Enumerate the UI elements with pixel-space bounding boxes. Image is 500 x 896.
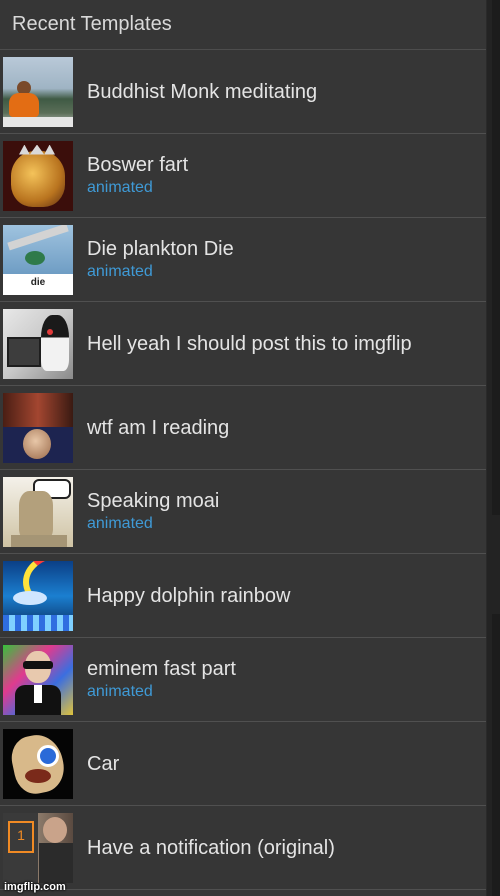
template-item-speaking-moai[interactable]: Speaking moai animated xyxy=(0,470,486,554)
animated-label: animated xyxy=(87,683,153,700)
template-title: Die plankton Die xyxy=(87,238,234,260)
template-title: Buddhist Monk meditating xyxy=(87,80,318,103)
animated-label: animated xyxy=(87,179,153,196)
template-thumbnail xyxy=(3,308,73,379)
panel-title: Recent Templates xyxy=(12,13,172,35)
template-item-hell-yeah[interactable]: Hell yeah I should post this to imgflip xyxy=(0,302,486,386)
template-title: Have a notification (original) xyxy=(87,836,335,859)
imgflip-watermark: imgflip.com xyxy=(4,881,66,893)
template-title: Car xyxy=(87,752,120,775)
template-item-happy-dolphin-rainbow[interactable]: Happy dolphin rainbow xyxy=(0,554,486,638)
template-thumbnail xyxy=(3,476,73,547)
template-thumbnail xyxy=(3,56,73,127)
template-thumbnail xyxy=(3,644,73,715)
template-thumbnail: 1 xyxy=(3,812,73,883)
template-thumbnail: die xyxy=(3,224,73,295)
template-title: Boswer fart xyxy=(87,154,189,176)
panel-header: Recent Templates xyxy=(0,0,486,50)
scrollbar-track[interactable] xyxy=(492,0,500,515)
animated-label: animated xyxy=(87,263,153,280)
template-title: Hell yeah I should post this to imgflip xyxy=(87,332,412,355)
template-item-eminem-fast-part[interactable]: eminem fast part animated xyxy=(0,638,486,722)
recent-templates-panel: Recent Templates Buddhist Monk meditatin… xyxy=(0,0,487,896)
scrollbar-track[interactable] xyxy=(492,614,500,896)
animated-label: animated xyxy=(87,515,153,532)
template-title: eminem fast part xyxy=(87,658,236,680)
template-item-wtf-am-i-reading[interactable]: wtf am I reading xyxy=(0,386,486,470)
template-title: Speaking moai xyxy=(87,490,220,512)
template-item-boswer-fart[interactable]: Boswer fart animated xyxy=(0,134,486,218)
template-thumbnail xyxy=(3,140,73,211)
template-title: wtf am I reading xyxy=(87,416,230,439)
notification-badge: 1 xyxy=(17,826,25,843)
thumbnail-caption: die xyxy=(30,276,46,288)
template-item-car[interactable]: Car xyxy=(0,722,486,806)
template-title: Happy dolphin rainbow xyxy=(87,584,291,607)
template-item-have-a-notification[interactable]: 1 Have a notification (original) xyxy=(0,806,486,890)
template-item-buddhist-monk[interactable]: Buddhist Monk meditating xyxy=(0,50,486,134)
template-thumbnail xyxy=(3,560,73,631)
template-thumbnail xyxy=(3,728,73,799)
template-thumbnail xyxy=(3,392,73,463)
template-item-die-plankton-die[interactable]: die Die plankton Die animated xyxy=(0,218,486,302)
